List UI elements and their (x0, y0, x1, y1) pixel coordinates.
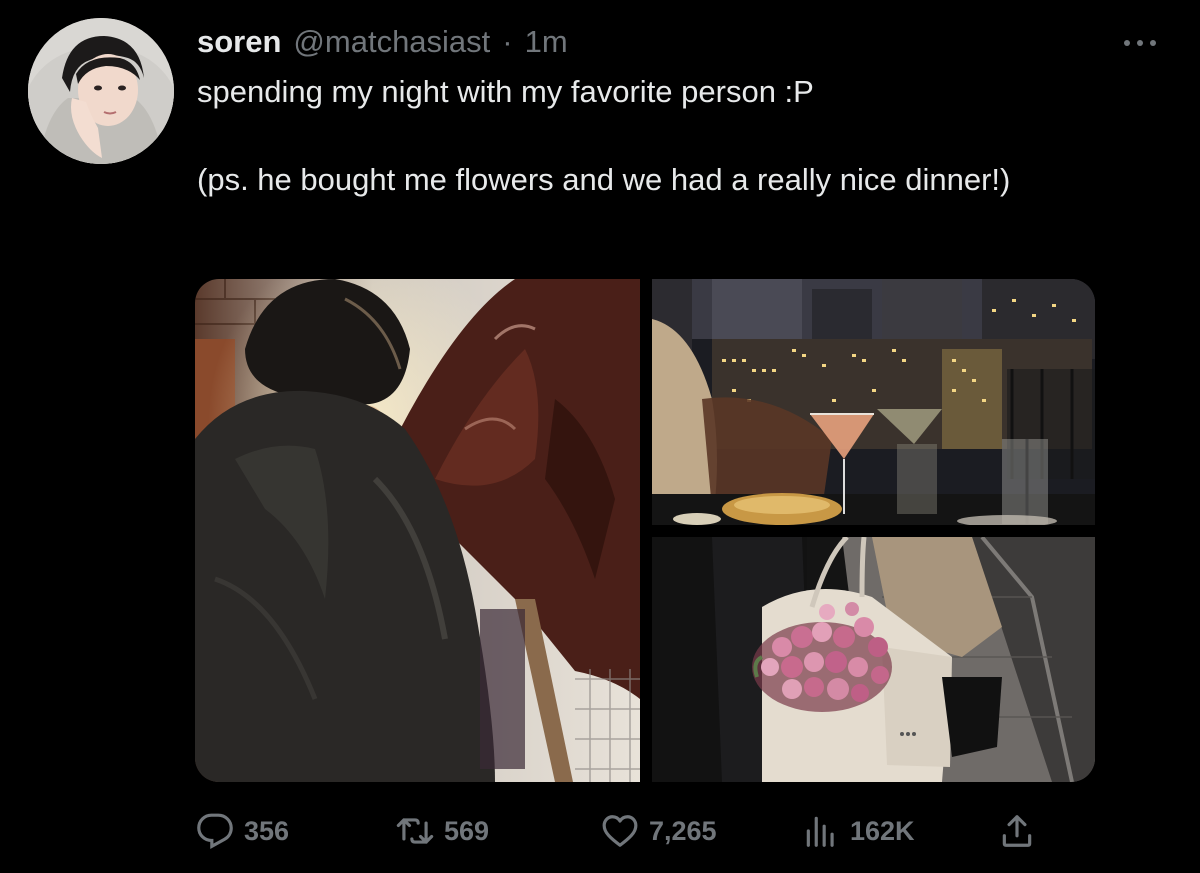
more-dots-icon[interactable] (1118, 26, 1162, 56)
reply-button[interactable]: 356 (196, 808, 289, 854)
tweet-actions: 356 569 7,265 162K (196, 808, 1056, 854)
tweet-text: spending my night with my favorite perso… (197, 70, 1157, 202)
photo-rooftop-dinner[interactable] (652, 279, 1095, 525)
photo-image (195, 279, 640, 782)
display-name[interactable]: soren (197, 24, 281, 60)
retweet-button[interactable]: 569 (396, 808, 489, 854)
reply-count: 356 (244, 815, 290, 846)
views-button[interactable]: 162K (802, 808, 915, 854)
timestamp[interactable]: 1m (525, 24, 568, 60)
photo-image (652, 537, 1095, 782)
avatar[interactable] (28, 18, 174, 164)
share-upload-icon (1002, 815, 1032, 847)
photo-flowers-bag[interactable] (652, 537, 1095, 782)
tweet-header: soren @matchasiast · 1m (197, 24, 568, 64)
views-count: 162K (850, 815, 915, 846)
avatar-image (28, 18, 174, 164)
media-grid (195, 279, 1095, 782)
retweet-count: 569 (444, 815, 490, 846)
share-button[interactable] (998, 808, 1036, 854)
separator-dot: · (502, 24, 513, 59)
photo-leather-jackets[interactable] (195, 279, 640, 782)
retweet-icon (396, 818, 434, 844)
user-handle[interactable]: @matchasiast (293, 24, 490, 60)
heart-icon (602, 815, 638, 847)
like-button[interactable]: 7,265 (601, 808, 717, 854)
tweet-text-line: spending my night with my favorite perso… (197, 74, 814, 109)
photo-image (652, 279, 1095, 525)
views-bar-chart-icon (806, 816, 834, 847)
tweet: soren @matchasiast · 1m spending my nigh… (0, 0, 1200, 873)
tweet-text-line: (ps. he bought me flowers and we had a r… (197, 162, 1011, 197)
like-count: 7,265 (649, 815, 717, 846)
reply-bubble-icon (197, 813, 233, 849)
